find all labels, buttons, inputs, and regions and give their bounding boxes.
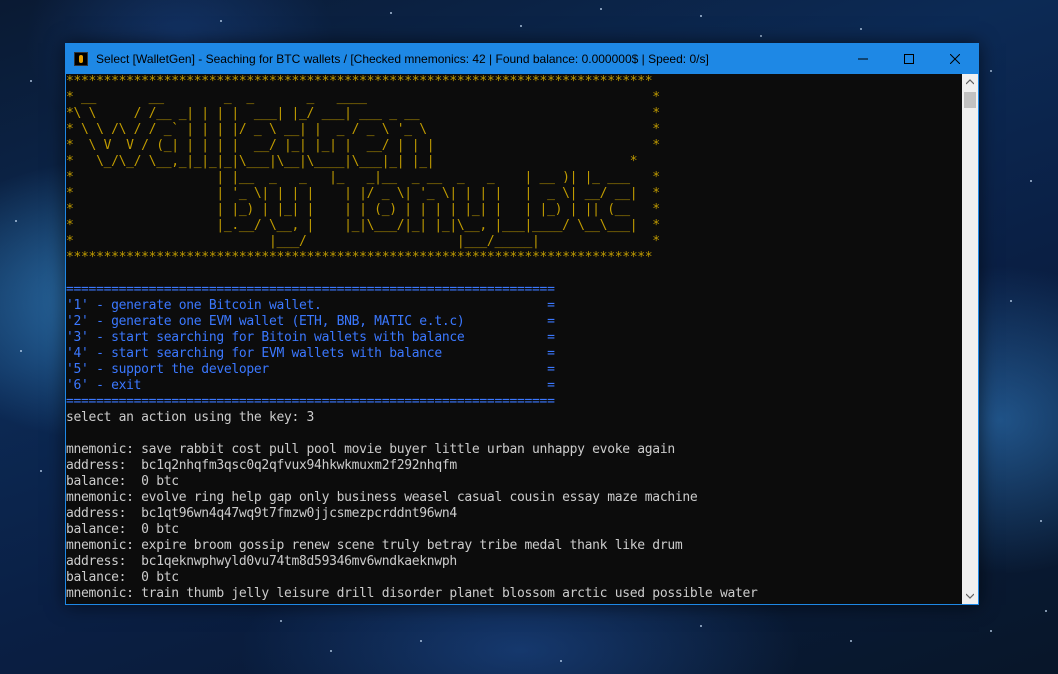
banner-line: * \ V V / (_| | | | | __/ |_| |_| | __/ … [66, 138, 660, 153]
background-star [990, 70, 992, 72]
banner-line: * | |_) | |_| | | | (_) | | | | |_| | | … [66, 202, 660, 217]
chevron-up-icon [966, 79, 974, 85]
output-line: mnemonic: train thumb jelly leisure dril… [66, 586, 758, 601]
menu-item-4: '4' - start searching for EVM wallets wi… [66, 346, 555, 361]
background-star [760, 35, 762, 37]
ascii-banner: ****************************************… [66, 74, 962, 266]
output-line: balance: 0 btc [66, 522, 179, 537]
menu-item-5: '5' - support the developer = [66, 362, 555, 377]
output-line: mnemonic: save rabbit cost pull pool mov… [66, 442, 675, 457]
background-star [330, 650, 332, 652]
output-line: address: bc1q2nhqfm3qsc0q2qfvux94hkwkmux… [66, 458, 457, 473]
background-star [860, 28, 862, 30]
close-button[interactable] [932, 44, 978, 74]
maximize-button[interactable] [886, 44, 932, 74]
menu-border-bottom: ========================================… [66, 394, 555, 409]
banner-line: ****************************************… [66, 74, 653, 89]
background-star [15, 220, 17, 222]
menu-item-2: '2' - generate one EVM wallet (ETH, BNB,… [66, 314, 555, 329]
background-star [40, 470, 42, 472]
console-output[interactable]: ****************************************… [66, 74, 962, 604]
background-star [390, 12, 392, 14]
output-line: mnemonic: evolve ring help gap only busi… [66, 490, 698, 505]
title-bar[interactable]: Select [WalletGen] - Seaching for BTC wa… [66, 44, 978, 74]
minimize-icon [858, 58, 868, 60]
banner-line: * __ __ _ _ _ ____ * [66, 90, 660, 105]
background-star [990, 630, 992, 632]
background-star [1010, 300, 1012, 302]
output-line: balance: 0 btc [66, 474, 179, 489]
background-star [700, 625, 702, 627]
background-star [20, 350, 22, 352]
scroll-down-button[interactable] [962, 588, 978, 604]
background-star [1030, 180, 1032, 182]
banner-line: * \ \ /\ / / _` | | | |/ _ \ __| | _ / _… [66, 122, 660, 137]
action-prompt: select an action using the key: 3 [66, 410, 315, 425]
banner-line: * | '_ \| | | | | |/ _ \| '_ \| | | | | … [66, 186, 660, 201]
banner-line: *\ \ / /__ _| | | | ___| |_/ ___| ___ _ … [66, 106, 660, 121]
menu-item-1: '1' - generate one Bitcoin wallet. = [66, 298, 555, 313]
banner-line: ****************************************… [66, 250, 653, 265]
console-window[interactable]: Select [WalletGen] - Seaching for BTC wa… [65, 43, 979, 605]
banner-line: * |___/ |___/_____| * [66, 234, 660, 249]
chevron-down-icon [966, 593, 974, 599]
background-star [600, 8, 602, 10]
close-icon [950, 54, 960, 64]
output-line: balance: 0 btc [66, 570, 179, 585]
background-star [1045, 610, 1047, 612]
background-star [220, 20, 222, 22]
background-star [850, 640, 852, 642]
output-line: mnemonic: expire broom gossip renew scen… [66, 538, 683, 553]
menu-item-6: '6' - exit = [66, 378, 555, 393]
banner-line: * | |__ _ _ |_ _|__ _ __ _ _ | __ )| |_ … [66, 170, 660, 185]
banner-line: * |_.__/ \__, | |_|\___/|_| |_|\__, |___… [66, 218, 660, 233]
menu-item-3: '3' - start searching for Bitoin wallets… [66, 330, 555, 345]
background-star [560, 660, 562, 662]
minimize-button[interactable] [840, 44, 886, 74]
background-star [30, 80, 32, 82]
scroll-up-button[interactable] [962, 74, 978, 90]
background-star [1040, 520, 1042, 522]
search-output: mnemonic: save rabbit cost pull pool mov… [66, 426, 962, 602]
main-menu: ========================================… [66, 282, 962, 410]
background-star [420, 640, 422, 642]
background-star [280, 620, 282, 622]
window-title: Select [WalletGen] - Seaching for BTC wa… [96, 52, 709, 66]
scroll-thumb[interactable] [964, 92, 976, 108]
banner-line: * \_/\_/ \__,_|_|_|_|\___|\__|\____|\___… [66, 154, 638, 169]
console-app-icon[interactable] [74, 52, 88, 66]
vertical-scrollbar[interactable] [962, 74, 978, 604]
background-star [700, 15, 702, 17]
output-line: address: bc1qt96wn4q47wq9t7fmzw0jjcsmezp… [66, 506, 457, 521]
background-star [520, 25, 522, 27]
output-line: address: bc1qeknwphwyld0vu74tm8d59346mv6… [66, 554, 457, 569]
menu-border-top: ========================================… [66, 282, 555, 297]
maximize-icon [904, 54, 914, 64]
